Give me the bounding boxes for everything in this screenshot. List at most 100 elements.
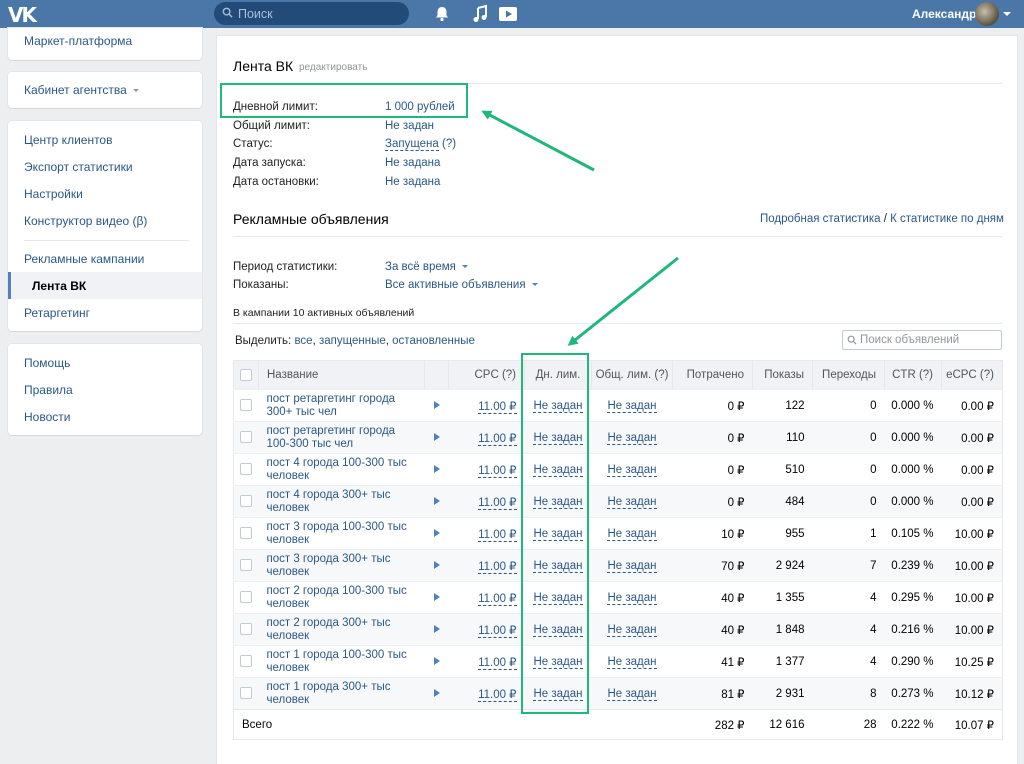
status-value[interactable]: Запущена (?) [385, 138, 456, 151]
play-icon[interactable] [433, 561, 440, 570]
header-clicks[interactable]: Переходы [812, 360, 885, 390]
row-checkbox[interactable] [240, 495, 253, 508]
cpc-value[interactable]: 11.00 ₽ [448, 549, 525, 582]
table-row[interactable]: пост 1 города 300+ тыс человек 11.00 ₽ Не … [233, 677, 1003, 710]
cpc-value[interactable]: 11.00 ₽ [448, 677, 525, 710]
row-checkbox[interactable] [240, 431, 253, 444]
row-checkbox[interactable] [240, 687, 253, 700]
total-limit-value-text[interactable]: Не задан [607, 623, 657, 637]
total-limit-value[interactable]: Не задан [591, 389, 673, 422]
total-limit-value[interactable]: Не задан [591, 517, 673, 550]
ads-search-input[interactable]: Поиск объявлений [842, 330, 1002, 350]
play-icon[interactable] [433, 497, 440, 506]
cpc-value[interactable]: 11.00 ₽ [448, 581, 525, 614]
row-checkbox[interactable] [240, 655, 253, 668]
row-expand-cell[interactable] [424, 581, 449, 614]
sidebar-item-export-stats[interactable]: Экспорт статистики [24, 160, 133, 174]
row-expand-cell[interactable] [424, 453, 449, 486]
select-stopped-link[interactable]: остановленные [392, 335, 475, 347]
total-limit-value-text[interactable]: Не задан [607, 591, 657, 605]
cpc-value-text[interactable]: 11.00 ₽ [478, 432, 517, 446]
sidebar-item-retargeting[interactable]: Ретаргетинг [24, 306, 90, 320]
select-running-link[interactable]: запущенные [319, 335, 386, 347]
ad-name-link[interactable]: пост 2 города 300+ тыс человек [258, 613, 425, 646]
play-icon[interactable] [433, 465, 440, 474]
row-expand-cell[interactable] [424, 645, 449, 678]
total-limit-value[interactable]: Не задан [591, 645, 673, 678]
row-checkbox[interactable] [240, 527, 253, 540]
table-row[interactable]: пост 3 города 300+ тыс человек 11.00 ₽ Не … [233, 549, 1003, 582]
total-limit-value-text[interactable]: Не задан [607, 463, 657, 477]
cpc-value-text[interactable]: 11.00 ₽ [478, 496, 517, 510]
cpc-value[interactable]: 11.00 ₽ [448, 645, 525, 678]
start-date-value[interactable]: Не задана [385, 157, 440, 169]
play-icon[interactable] [433, 625, 440, 634]
ad-name-link[interactable]: пост 1 города 100-300 тыс человек [258, 645, 425, 678]
table-row[interactable]: пост ретаргетинг города 100-300 тыс чел 1… [233, 421, 1003, 454]
ad-name-link[interactable]: пост 4 города 100-300 тыс человек [258, 453, 425, 486]
row-expand-cell[interactable] [424, 389, 449, 422]
sidebar-item-help[interactable]: Помощь [24, 356, 70, 370]
table-row[interactable]: пост 3 города 100-300 тыс человек 11.00 ₽… [233, 517, 1003, 550]
cpc-value[interactable]: 11.00 ₽ [448, 517, 525, 550]
row-expand-cell[interactable] [424, 677, 449, 710]
play-icon[interactable] [433, 593, 440, 602]
total-limit-value-text[interactable]: Не задан [607, 527, 657, 541]
play-icon[interactable] [433, 529, 440, 538]
row-checkbox[interactable] [240, 591, 253, 604]
cpc-value[interactable]: 11.00 ₽ [448, 421, 525, 454]
cpc-value[interactable]: 11.00 ₽ [448, 453, 525, 486]
sidebar-item-lenta-vk[interactable]: Лента ВК [32, 279, 86, 293]
total-limit-value-text[interactable]: Не задан [607, 495, 657, 509]
row-expand-cell[interactable] [424, 485, 449, 518]
header-spent[interactable]: Потрачено [672, 360, 753, 390]
bell-icon[interactable] [432, 4, 452, 24]
cpc-value-text[interactable]: 11.00 ₽ [478, 560, 517, 574]
total-limit-value[interactable]: Не задан [591, 581, 673, 614]
header-name[interactable]: Название [258, 360, 425, 390]
stop-date-value[interactable]: Не задана [385, 176, 440, 188]
table-row[interactable]: пост 2 города 100-300 тыс человек 11.00 ₽… [233, 581, 1003, 614]
sidebar-item-video-constructor[interactable]: Конструктор видео (β) [24, 214, 147, 228]
sidebar-item-ad-campaigns[interactable]: Рекламные кампании [24, 252, 144, 266]
cpc-value-text[interactable]: 11.00 ₽ [478, 688, 517, 702]
play-icon[interactable] [433, 657, 440, 666]
cpc-value-text[interactable]: 11.00 ₽ [478, 528, 517, 542]
avatar[interactable] [975, 2, 999, 26]
table-row[interactable]: пост ретаргетинг города 300+ тыс чел 11.0… [233, 389, 1003, 422]
sidebar-item-rules[interactable]: Правила [24, 383, 73, 397]
sidebar-item-market-platform[interactable]: Маркет-платформа [24, 34, 132, 48]
select-all-link[interactable]: все [294, 335, 312, 347]
row-expand-cell[interactable] [424, 517, 449, 550]
daily-stats-link[interactable]: К статистике по дням [890, 213, 1004, 225]
table-row[interactable]: пост 2 города 300+ тыс человек 11.00 ₽ Не … [233, 613, 1003, 646]
music-icon[interactable] [470, 4, 490, 24]
total-limit-value-text[interactable]: Не задан [607, 559, 657, 573]
select-all-checkbox[interactable] [240, 368, 252, 381]
total-limit-value-text[interactable]: Не задан [607, 399, 657, 413]
play-icon[interactable] [433, 401, 440, 410]
header-ecpc[interactable]: eCPC (?) [941, 360, 1003, 390]
row-expand-cell[interactable] [424, 421, 449, 454]
total-limit-value-text[interactable]: Не задан [607, 431, 657, 445]
sidebar-item-settings[interactable]: Настройки [24, 187, 83, 201]
table-row[interactable]: пост 1 города 100-300 тыс человек 11.00 ₽… [233, 645, 1003, 678]
table-row[interactable]: пост 4 города 100-300 тыс человек 11.00 ₽… [233, 453, 1003, 486]
total-limit-value[interactable]: Не задан [591, 453, 673, 486]
header-cpc[interactable]: CPC (?) [448, 360, 525, 390]
ad-name-link[interactable]: пост ретаргетинг города 300+ тыс чел [258, 389, 425, 422]
detailed-stats-link[interactable]: Подробная статистика [760, 213, 881, 225]
ad-name-link[interactable]: пост ретаргетинг города 100-300 тыс чел [258, 421, 425, 454]
user-name[interactable]: Александр [912, 7, 976, 21]
table-row[interactable]: пост 4 города 300+ тыс человек 11.00 ₽ Не … [233, 485, 1003, 518]
edit-campaign-link[interactable]: редактировать [299, 62, 367, 73]
ad-name-link[interactable]: пост 1 города 300+ тыс человек [258, 677, 425, 710]
total-limit-value[interactable]: Не задан [591, 421, 673, 454]
ad-name-link[interactable]: пост 3 города 300+ тыс человек [258, 549, 425, 582]
cpc-value[interactable]: 11.00 ₽ [448, 613, 525, 646]
row-checkbox[interactable] [240, 399, 253, 412]
chevron-down-icon[interactable] [1003, 12, 1011, 16]
sidebar-item-agency-cabinet[interactable]: Кабинет агентства [24, 83, 139, 97]
cpc-value-text[interactable]: 11.00 ₽ [478, 400, 517, 414]
total-limit-value[interactable]: Не задан [385, 120, 434, 132]
